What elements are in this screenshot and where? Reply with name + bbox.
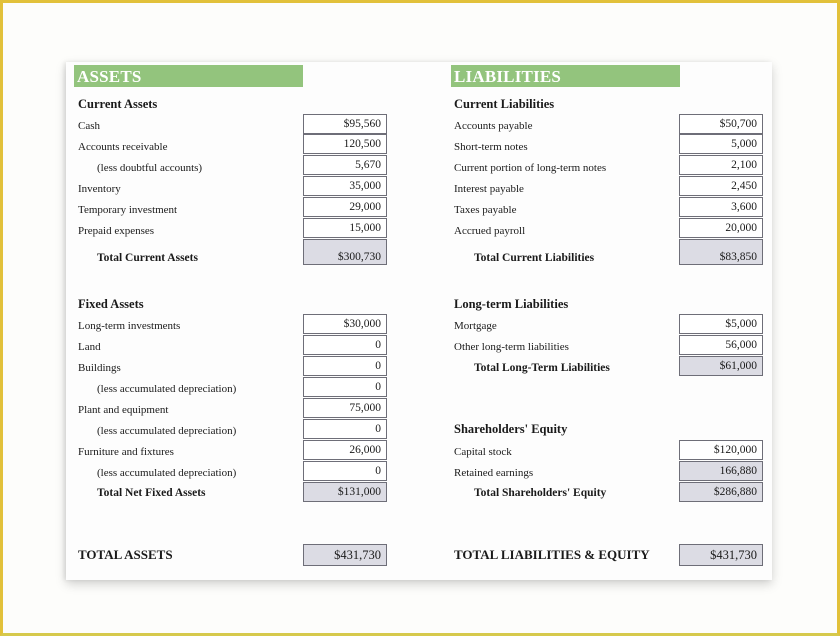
asset-value-cell[interactable]: 0 [303,461,387,481]
total-equity-label: Total Shareholders' Equity [474,487,607,499]
total-longterm-liabilities-value[interactable]: $61,000 [679,356,763,376]
liability-label: Taxes payable [454,204,517,216]
asset-value-cell[interactable]: 15,000 [303,218,387,238]
longterm-liabilities-title: Long-term Liabilities [454,297,569,311]
asset-value-cell[interactable]: 26,000 [303,440,387,460]
total-current-assets-value[interactable]: $300,730 [303,239,387,265]
equity-value-cell[interactable]: 166,880 [679,461,763,481]
liability-value-cell[interactable]: 56,000 [679,335,763,355]
liability-label: Short-term notes [454,141,528,153]
fixed-assets-title: Fixed Assets [78,297,144,311]
total-liabilities-equity-label: TOTAL LIABILITIES & EQUITY [454,547,650,562]
asset-label: Land [78,341,101,353]
total-assets-label: TOTAL ASSETS [78,547,173,562]
asset-label: Long-term investments [78,320,181,332]
liability-label: Accounts payable [454,120,533,132]
equity-title: Shareholders' Equity [454,422,568,436]
current-liabilities-title: Current Liabilities [454,97,555,111]
asset-value-cell[interactable]: $95,560 [303,114,387,134]
asset-label: Temporary investment [78,204,178,216]
equity-label: Capital stock [454,446,512,458]
asset-value-cell[interactable]: 0 [303,419,387,439]
liability-value-cell[interactable]: 5,000 [679,134,763,154]
asset-value-cell[interactable]: 29,000 [303,197,387,217]
current-assets-title: Current Assets [78,97,158,111]
equity-label: Retained earnings [454,467,534,479]
liability-value-cell[interactable]: 20,000 [679,218,763,238]
total-current-liabilities-value[interactable]: $83,850 [679,239,763,265]
total-fixed-assets-value[interactable]: $131,000 [303,482,387,502]
liability-value-cell[interactable]: 2,450 [679,176,763,196]
asset-label: Inventory [78,183,121,195]
total-longterm-liabilities-label: Total Long-Term Liabilities [474,362,610,374]
liability-label: Interest payable [454,183,524,195]
asset-value-cell[interactable]: 0 [303,377,387,397]
liability-value-cell[interactable]: $5,000 [679,314,763,334]
asset-label: Cash [78,120,100,132]
asset-label: Plant and equipment [78,404,169,416]
total-assets-value[interactable]: $431,730 [303,544,387,566]
asset-label: Furniture and fixtures [78,446,174,458]
asset-label: (less accumulated depreciation) [97,467,237,479]
total-equity-value[interactable]: $286,880 [679,482,763,502]
total-fixed-assets-label: Total Net Fixed Assets [97,487,206,499]
liability-label: Mortgage [454,320,497,332]
asset-label: Accounts receivable [78,141,168,153]
asset-label: Buildings [78,362,121,374]
liability-label: Other long-term liabilities [454,341,569,353]
liability-value-cell[interactable]: $50,700 [679,114,763,134]
asset-value-cell[interactable]: 35,000 [303,176,387,196]
liability-value-cell[interactable]: 2,100 [679,155,763,175]
equity-value-cell[interactable]: $120,000 [679,440,763,460]
total-current-assets-label: Total Current Assets [97,252,198,264]
total-liabilities-equity-value[interactable]: $431,730 [679,544,763,566]
asset-label: (less accumulated depreciation) [97,383,237,395]
asset-label: Prepaid expenses [78,225,155,237]
asset-value-cell[interactable]: 5,670 [303,155,387,175]
balance-sheet: ASSETS Current Assets Cash $95,560 Accou… [66,62,772,580]
liability-label: Accrued payroll [454,225,526,237]
liabilities-header: LIABILITIES [451,65,680,87]
asset-value-cell[interactable]: 75,000 [303,398,387,418]
asset-value-cell[interactable]: 0 [303,335,387,355]
assets-header: ASSETS [74,65,303,87]
asset-value-cell[interactable]: 0 [303,356,387,376]
asset-label: (less doubtful accounts) [97,162,203,174]
liability-label: Current portion of long-term notes [454,162,607,174]
asset-label: (less accumulated depreciation) [97,425,237,437]
asset-value-cell[interactable]: $30,000 [303,314,387,334]
liability-value-cell[interactable]: 3,600 [679,197,763,217]
total-current-liabilities-label: Total Current Liabilities [474,252,595,264]
asset-value-cell[interactable]: 120,500 [303,134,387,154]
